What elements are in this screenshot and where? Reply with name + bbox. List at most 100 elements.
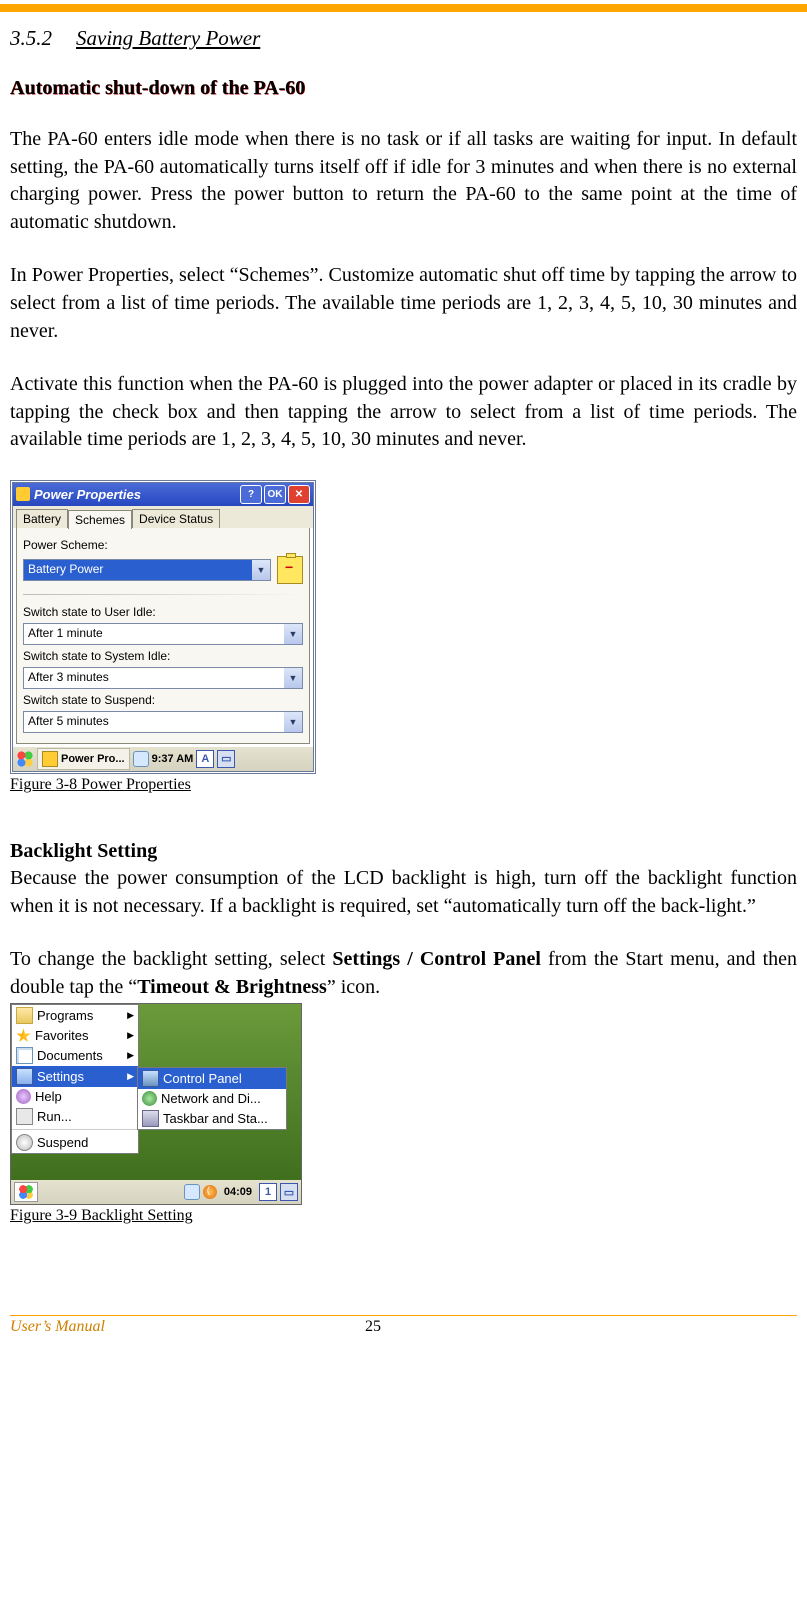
power-icon	[42, 751, 58, 767]
submenu-item-control-panel[interactable]: Control Panel	[138, 1068, 286, 1089]
system-idle-label: Switch state to System Idle:	[23, 649, 303, 663]
taskbar-settings-icon	[142, 1110, 159, 1127]
chevron-right-icon: ▶	[127, 1030, 134, 1041]
submenu-item-taskbar[interactable]: Taskbar and Sta...	[138, 1108, 286, 1129]
tray-bubble-icon[interactable]	[133, 751, 149, 767]
user-idle-label: Switch state to User Idle:	[23, 605, 303, 619]
screenshot-power-properties: Power Properties ? OK ✕ Battery Schemes …	[10, 480, 316, 774]
input-indicator[interactable]: A	[196, 750, 214, 768]
chevron-down-icon: ▼	[284, 712, 302, 732]
start-item-run[interactable]: Run...	[12, 1106, 138, 1127]
chevron-right-icon: ▶	[127, 1010, 134, 1021]
user-idle-combo[interactable]: After 1 minute ▼	[23, 623, 303, 645]
suspend-label: Switch state to Suspend:	[23, 693, 303, 707]
figure-caption-1: Figure 3-8 Power Properties	[10, 776, 797, 794]
suspend-value: After 5 minutes	[24, 712, 284, 732]
start-label-documents: Documents	[37, 1048, 103, 1063]
tab-strip: Battery Schemes Device Status	[13, 506, 313, 528]
ok-button[interactable]: OK	[264, 485, 286, 504]
favorites-icon	[16, 1028, 31, 1043]
start-item-suspend[interactable]: Suspend	[12, 1132, 138, 1153]
tab-body: Power Scheme: Battery Power ▼ Switch sta…	[16, 528, 310, 744]
footer: User’s Manual 25	[10, 1316, 797, 1344]
start-item-help[interactable]: Help	[12, 1087, 138, 1106]
desktop-icon[interactable]: ▭	[217, 750, 235, 768]
settings-icon	[16, 1068, 33, 1085]
tab-schemes[interactable]: Schemes	[68, 510, 132, 529]
section-number: 3.5.2	[10, 26, 52, 50]
taskbar-clock[interactable]: 04:09	[220, 1185, 256, 1199]
p-auto-shutdown-1: The PA-60 enters idle mode when there is…	[10, 126, 797, 236]
user-idle-value: After 1 minute	[24, 624, 284, 644]
help-icon	[16, 1089, 31, 1104]
network-icon	[142, 1091, 157, 1106]
start-item-documents[interactable]: Documents ▶	[12, 1045, 138, 1066]
chevron-down-icon: ▼	[284, 668, 302, 688]
start-item-settings[interactable]: Settings ▶	[12, 1066, 138, 1087]
input-indicator[interactable]: 1	[259, 1183, 277, 1201]
separator	[23, 594, 303, 595]
tray-wireless-icon[interactable]	[203, 1185, 217, 1199]
start-label-settings: Settings	[37, 1069, 84, 1084]
desktop-icon[interactable]: ▭	[280, 1183, 298, 1201]
documents-icon	[16, 1047, 33, 1064]
programs-icon	[16, 1007, 33, 1024]
control-panel-icon	[142, 1070, 159, 1087]
p-backlight-2e: ” icon.	[327, 976, 380, 998]
power-scheme-combo[interactable]: Battery Power ▼	[23, 559, 271, 581]
p-backlight-2a: To change the backlight setting, select	[10, 948, 332, 970]
section-heading: 3.5.2 Saving Battery Power	[10, 26, 797, 51]
p-auto-shutdown-3: Activate this function when the PA-60 is…	[10, 371, 797, 454]
tray-bubble-icon[interactable]	[184, 1184, 200, 1200]
settings-submenu: Control Panel Network and Di... Taskbar …	[137, 1067, 287, 1130]
submenu-label-tb: Taskbar and Sta...	[163, 1111, 268, 1126]
start-label-suspend: Suspend	[37, 1135, 88, 1150]
taskbar-app[interactable]: Power Pro...	[37, 748, 130, 770]
screenshot-start-menu: Programs ▶ Favorites ▶ Documents ▶ Setti…	[10, 1003, 302, 1205]
taskbar-app-label: Power Pro...	[61, 753, 125, 765]
p-auto-shutdown-2: In Power Properties, select “Schemes”. C…	[10, 262, 797, 345]
p-backlight-1: Because the power consumption of the LCD…	[10, 865, 797, 920]
tab-battery[interactable]: Battery	[16, 509, 68, 528]
tab-device-status[interactable]: Device Status	[132, 509, 220, 528]
suspend-combo[interactable]: After 5 minutes ▼	[23, 711, 303, 733]
top-rule	[0, 4, 807, 12]
start-menu: Programs ▶ Favorites ▶ Documents ▶ Setti…	[11, 1004, 139, 1154]
window-icon	[16, 487, 30, 501]
taskbar-clock[interactable]: 9:37 AM	[152, 753, 194, 765]
p-backlight-2b: Settings / Control Panel	[332, 948, 541, 970]
section-title: Saving Battery Power	[76, 26, 260, 50]
system-idle-value: After 3 minutes	[24, 668, 284, 688]
system-idle-combo[interactable]: After 3 minutes ▼	[23, 667, 303, 689]
close-button[interactable]: ✕	[288, 485, 310, 504]
subhead-auto-shutdown: Automatic shut-down of the PA-60	[10, 77, 797, 100]
chevron-right-icon: ▶	[127, 1071, 134, 1082]
chevron-right-icon: ▶	[127, 1050, 134, 1061]
run-icon	[16, 1108, 33, 1125]
submenu-item-network[interactable]: Network and Di...	[138, 1089, 286, 1108]
chevron-down-icon: ▼	[252, 560, 270, 580]
start-label-run: Run...	[37, 1109, 72, 1124]
window-titlebar: Power Properties ? OK ✕	[13, 483, 313, 506]
battery-icon	[277, 556, 303, 584]
suspend-icon	[16, 1134, 33, 1151]
footer-page: 25	[365, 1318, 381, 1336]
start-label-help: Help	[35, 1089, 62, 1104]
submenu-label-net: Network and Di...	[161, 1091, 261, 1106]
start-label-favorites: Favorites	[35, 1028, 88, 1043]
start-icon	[19, 1185, 33, 1199]
start-icon[interactable]	[16, 750, 34, 768]
start-button[interactable]	[14, 1182, 38, 1202]
start-label-programs: Programs	[37, 1008, 93, 1023]
start-item-programs[interactable]: Programs ▶	[12, 1005, 138, 1026]
power-scheme-value: Battery Power	[24, 560, 252, 580]
submenu-label-cp: Control Panel	[163, 1071, 242, 1086]
taskbar: Power Pro... 9:37 AM A ▭	[13, 747, 313, 771]
p-backlight-2d: Timeout & Brightness	[137, 976, 327, 998]
help-button[interactable]: ?	[240, 485, 262, 504]
start-item-favorites[interactable]: Favorites ▶	[12, 1026, 138, 1045]
start-separator	[12, 1129, 138, 1130]
subhead-backlight: Backlight Setting	[10, 840, 797, 863]
taskbar: 04:09 1 ▭	[11, 1180, 301, 1204]
window-title: Power Properties	[34, 487, 238, 502]
